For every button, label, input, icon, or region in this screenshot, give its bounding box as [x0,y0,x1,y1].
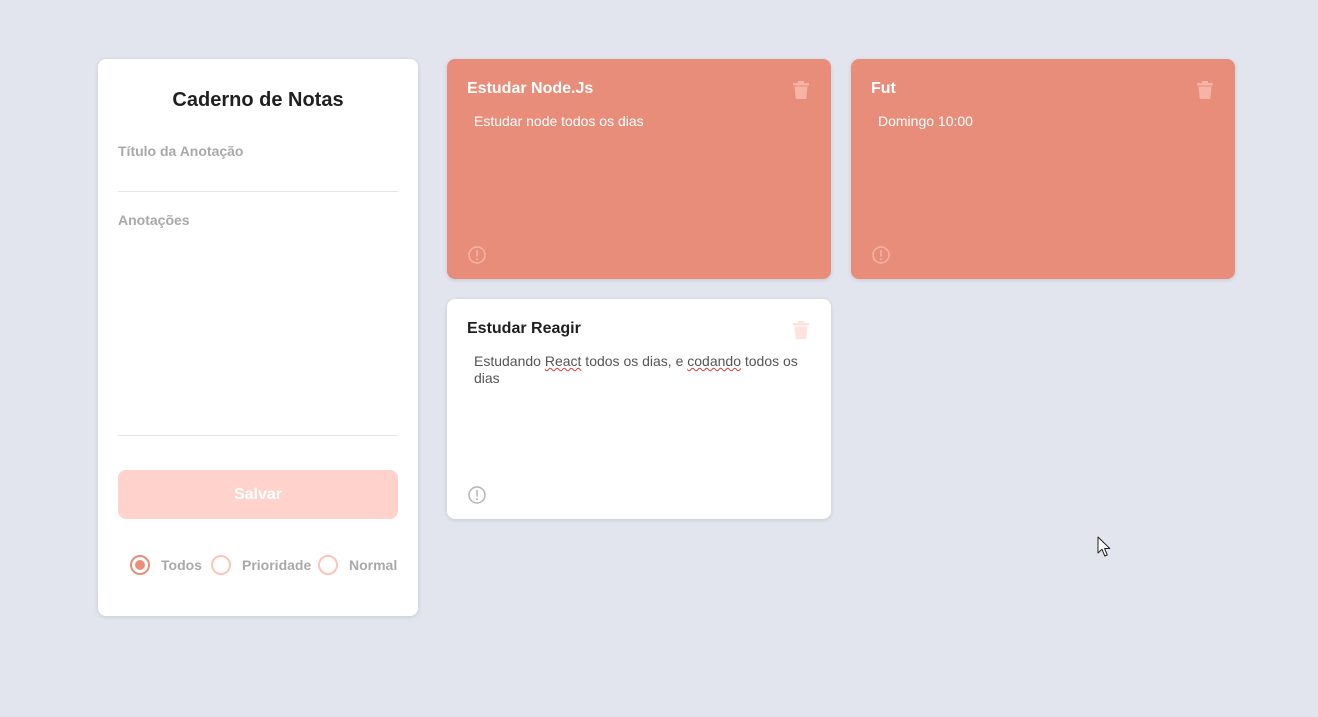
note-body: Estudando React todos os dias, e codando… [474,353,804,387]
note-body-text: todos os dias, e [581,353,688,369]
note-body-text: Estudando [474,353,545,369]
note-card: Fut Domingo 10:00 [851,59,1235,279]
radio-todos-label[interactable]: Todos [161,557,202,573]
filter-normal-option[interactable]: Normal [318,554,397,576]
note-card: Estudar Node.Js Estudar node todos os di… [447,59,831,279]
radio-normal-label[interactable]: Normal [349,557,397,573]
misspelled-word: codando [687,353,741,369]
note-body: Estudar node todos os dias [474,113,644,129]
filter-todos-option[interactable]: Todos [130,554,202,576]
form-title: Caderno de Notas [172,89,344,111]
title-input[interactable]: Título da Anotação [118,143,243,159]
radio-todos[interactable] [130,555,150,575]
note-card: Estudar Reagir Estudando React todos os … [447,299,831,519]
note-title: Fut [871,80,896,97]
radio-prioridade[interactable] [211,555,231,575]
note-form-panel: Caderno de Notas Título da Anotação Anot… [98,59,418,616]
filter-prioridade-option[interactable]: Prioridade [211,554,311,576]
note-title: Estudar Node.Js [467,80,594,97]
radio-prioridade-label[interactable]: Prioridade [242,557,311,573]
notes-textarea[interactable]: Anotações [118,212,190,228]
radio-normal[interactable] [318,555,338,575]
trash-icon[interactable] [793,321,809,339]
title-input-underline [118,191,398,192]
notes-textarea-underline [118,435,398,436]
save-button[interactable]: Salvar [118,470,398,519]
trash-icon[interactable] [1197,81,1213,99]
trash-icon[interactable] [793,81,809,99]
note-title: Estudar Reagir [467,320,581,337]
info-icon[interactable] [467,245,487,265]
info-icon[interactable] [467,485,487,505]
mouse-cursor-icon [1097,536,1111,557]
note-body: Domingo 10:00 [878,113,973,129]
info-icon[interactable] [871,245,891,265]
misspelled-word: React [544,353,582,369]
